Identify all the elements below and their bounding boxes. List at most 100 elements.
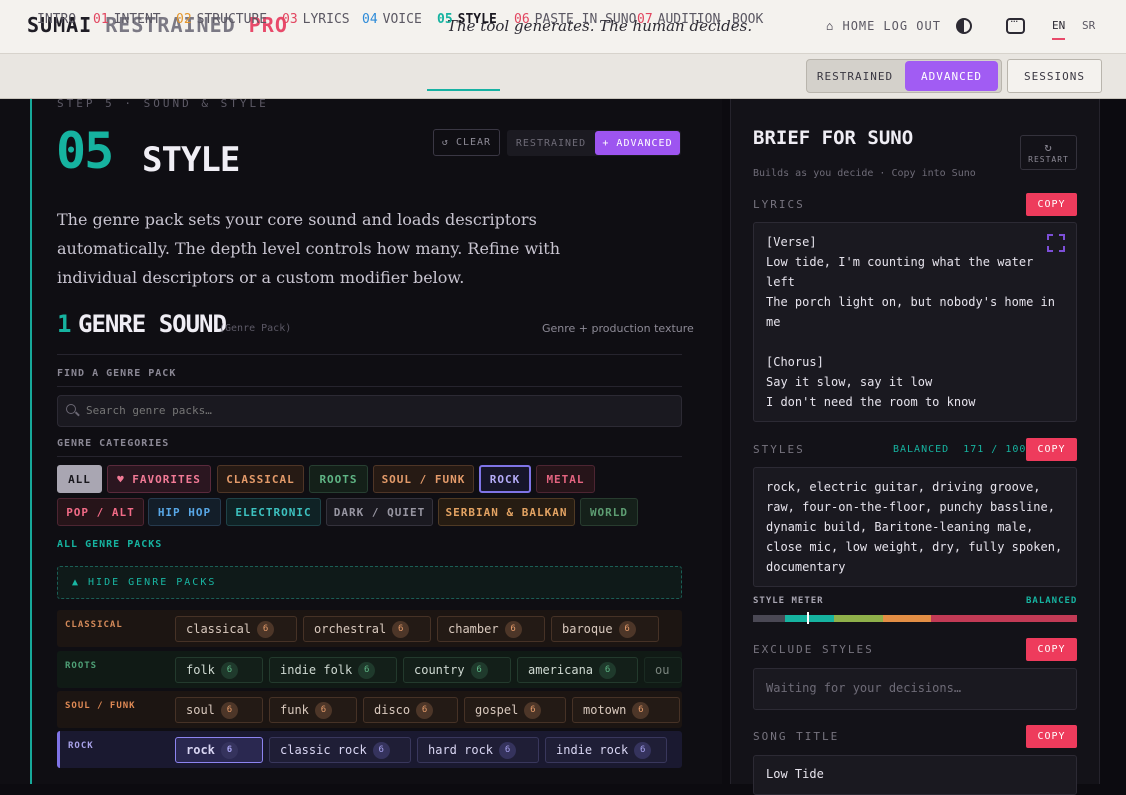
tab-paste-in-suno[interactable]: 06 PASTE IN SUNO bbox=[514, 12, 636, 27]
tab-number: 06 bbox=[514, 12, 530, 27]
restart-button[interactable]: ↻ RESTART bbox=[1020, 135, 1077, 170]
genre-pack-chip[interactable]: gospel 6 bbox=[464, 697, 566, 723]
pack-name: chamber bbox=[448, 622, 499, 636]
mode-restrained-button[interactable]: RESTRAINED bbox=[807, 60, 903, 92]
song-title-text[interactable]: Low Tide bbox=[766, 764, 1066, 784]
category-chip-rock[interactable]: ROCK bbox=[479, 465, 531, 493]
category-chip-roots[interactable]: ROOTS bbox=[309, 465, 368, 493]
tab-label: BOOK bbox=[732, 12, 764, 27]
brief-subtitle: Builds as you decide · Copy into Suno bbox=[753, 168, 976, 179]
tab-intent[interactable]: 01 INTENT bbox=[93, 12, 161, 27]
genre-pack-chip[interactable]: chamber 6 bbox=[437, 616, 545, 642]
category-chip-favorites[interactable]: ♥ FAVORITES bbox=[107, 465, 211, 493]
step-restrained-button[interactable]: RESTRAINED bbox=[509, 131, 593, 155]
genre-pack-chip[interactable]: ou bbox=[644, 657, 682, 683]
pack-name: country bbox=[414, 663, 465, 677]
copy-styles-button[interactable]: COPY bbox=[1026, 438, 1077, 461]
chat-icon[interactable] bbox=[1006, 15, 1025, 34]
styles-label: STYLES bbox=[753, 443, 805, 456]
hide-genre-packs-toggle[interactable]: ▲ HIDE GENRE PACKS bbox=[57, 566, 682, 599]
category-chip-soul-funk[interactable]: SOUL / FUNK bbox=[373, 465, 474, 493]
genre-pack-chip[interactable]: soul 6 bbox=[175, 697, 263, 723]
song-title-label: SONG TITLE bbox=[753, 730, 840, 743]
pack-descriptor-count: 6 bbox=[220, 741, 238, 759]
styles-char-count: 171 / 1000 bbox=[963, 444, 1034, 455]
home-icon: ⌂ bbox=[826, 19, 835, 33]
copy-title-button[interactable]: COPY bbox=[1026, 725, 1077, 748]
pack-descriptor-count: 6 bbox=[358, 661, 376, 679]
tab-intro[interactable]: INTRO bbox=[37, 12, 76, 27]
genre-pack-chip[interactable]: indie folk 6 bbox=[269, 657, 397, 683]
pack-descriptor-count: 6 bbox=[470, 661, 488, 679]
copy-exclude-button[interactable]: COPY bbox=[1026, 638, 1077, 661]
tab-book[interactable]: BOOK bbox=[732, 12, 763, 27]
genre-pack-chip[interactable]: indie rock 6 bbox=[545, 737, 667, 763]
expand-icon[interactable] bbox=[1047, 234, 1065, 252]
tab-label: PASTE IN SUNO bbox=[534, 12, 637, 27]
lang-en[interactable]: EN bbox=[1052, 19, 1066, 40]
clear-button[interactable]: ↺ CLEAR bbox=[433, 129, 500, 156]
theme-toggle-icon[interactable] bbox=[956, 18, 972, 34]
genre-pack-chip[interactable]: disco 6 bbox=[363, 697, 458, 723]
lang-sr[interactable]: SR bbox=[1082, 19, 1095, 32]
category-chip-electronic[interactable]: ELECTRONIC bbox=[226, 498, 321, 526]
tab-label: STYLE bbox=[457, 12, 497, 27]
genre-pack-chip[interactable]: orchestral 6 bbox=[303, 616, 431, 642]
tab-label: INTRO bbox=[37, 12, 77, 27]
exclude-styles-label: EXCLUDE STYLES bbox=[753, 643, 874, 656]
genre-pack-chip[interactable]: folk 6 bbox=[175, 657, 263, 683]
find-pack-label: FIND A GENRE PACK bbox=[57, 368, 177, 379]
category-chip-world[interactable]: WORLD bbox=[580, 498, 638, 526]
tab-audition[interactable]: 07 AUDITION bbox=[637, 12, 720, 27]
category-chip-hip-hop[interactable]: HIP HOP bbox=[148, 498, 221, 526]
exclude-placeholder[interactable]: Waiting for your decisions… bbox=[766, 678, 1066, 698]
styles-text[interactable]: rock, electric guitar, driving groove, r… bbox=[766, 477, 1066, 577]
style-meter-segment bbox=[785, 615, 834, 622]
tab-style[interactable]: 05 STYLE bbox=[437, 12, 497, 27]
category-chip-pop-alt[interactable]: POP / ALT bbox=[57, 498, 144, 526]
tab-voice[interactable]: 04 VOICE bbox=[362, 12, 422, 27]
page-title: STYLE bbox=[142, 140, 240, 180]
section-title: GENRE SOUND bbox=[78, 310, 227, 338]
genre-pack-chip[interactable]: classic rock 6 bbox=[269, 737, 411, 763]
pack-name: disco bbox=[374, 703, 411, 717]
category-chip-all[interactable]: ALL bbox=[57, 465, 102, 493]
home-link[interactable]: ⌂ HOME bbox=[826, 19, 875, 33]
style-meter-segment bbox=[753, 615, 785, 622]
logout-link[interactable]: LOG OUT bbox=[883, 19, 941, 33]
genre-pack-chip[interactable]: baroque 6 bbox=[551, 616, 659, 642]
category-chip-classical[interactable]: CLASSICAL bbox=[217, 465, 304, 493]
tab-label: LYRICS bbox=[302, 12, 350, 27]
genre-pack-chip[interactable]: americana 6 bbox=[517, 657, 638, 683]
pack-descriptor-count: 6 bbox=[257, 620, 275, 638]
pack-name: soul bbox=[186, 703, 215, 717]
genre-pack-chip[interactable]: country 6 bbox=[403, 657, 511, 683]
restart-icon: ↻ bbox=[1044, 140, 1053, 154]
active-tab-underline bbox=[427, 89, 500, 91]
genre-search-input[interactable] bbox=[86, 404, 646, 417]
lyrics-text[interactable]: [Verse] Low tide, I'm counting what the … bbox=[766, 232, 1066, 412]
copy-lyrics-button[interactable]: COPY bbox=[1026, 193, 1077, 216]
tab-lyrics[interactable]: 03 LYRICS bbox=[282, 12, 350, 27]
genre-pack-chip[interactable]: rock 6 bbox=[175, 737, 263, 763]
pack-name: indie rock bbox=[556, 743, 629, 757]
tab-number: 04 bbox=[362, 12, 378, 27]
category-chip-metal[interactable]: METAL bbox=[536, 465, 595, 493]
step-advanced-button[interactable]: + ADVANCED bbox=[595, 131, 680, 155]
pack-name: classical bbox=[186, 622, 252, 636]
genre-pack-chip[interactable]: classical 6 bbox=[175, 616, 297, 642]
genre-pack-chip[interactable]: motown 6 bbox=[572, 697, 680, 723]
pack-descriptor-count: 6 bbox=[314, 701, 332, 719]
category-chip-dark-quiet[interactable]: DARK / QUIET bbox=[326, 498, 433, 526]
pack-name: classic rock bbox=[280, 743, 367, 757]
home-label: HOME bbox=[842, 19, 876, 33]
sessions-button[interactable]: SESSIONS bbox=[1007, 59, 1102, 93]
mode-advanced-button[interactable]: ADVANCED bbox=[905, 61, 998, 91]
style-meter-segment bbox=[931, 615, 1077, 622]
genre-pack-chip[interactable]: funk 6 bbox=[269, 697, 357, 723]
category-chip-serbian-balkan[interactable]: SERBIAN & BALKAN bbox=[438, 498, 575, 526]
pack-descriptor-count: 6 bbox=[599, 661, 617, 679]
tab-structure[interactable]: 02 STRUCTURE bbox=[176, 12, 267, 27]
pack-descriptor-count: 6 bbox=[618, 620, 636, 638]
genre-pack-chip[interactable]: hard rock 6 bbox=[417, 737, 539, 763]
